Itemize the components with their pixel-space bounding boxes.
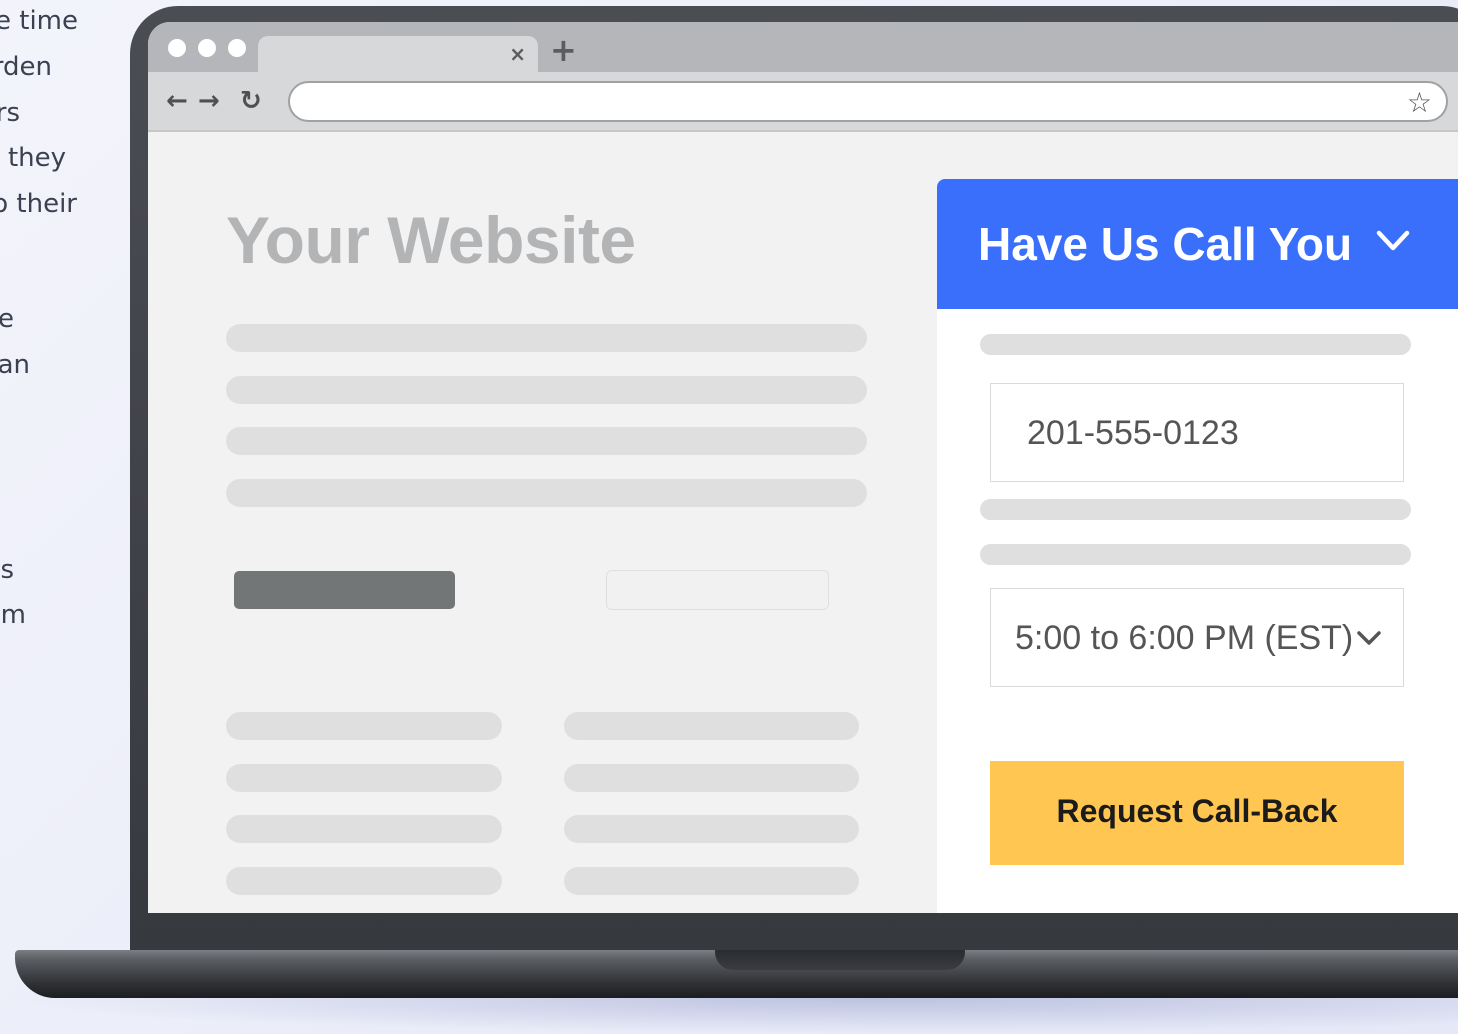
text-placeholder (564, 815, 859, 843)
text-placeholder (564, 712, 859, 740)
background-text-line: they (7, 143, 66, 173)
star-icon[interactable]: ☆ (1407, 86, 1432, 119)
label-placeholder (980, 544, 1411, 565)
label-placeholder (980, 334, 1411, 355)
new-tab-icon[interactable]: + (550, 34, 577, 66)
forward-icon[interactable]: → (198, 86, 220, 116)
background-paragraph: e time rden rs they o their e an s m (0, 0, 130, 700)
background-text-line: o their (0, 189, 77, 219)
time-value: 5:00 to 6:00 PM (EST) (1015, 619, 1354, 657)
request-callback-button[interactable]: Request Call-Back (990, 761, 1404, 865)
phone-field[interactable]: 201-555-0123 (990, 383, 1404, 482)
window-dot[interactable] (198, 39, 216, 57)
reload-icon[interactable]: ↻ (240, 86, 262, 116)
text-placeholder (226, 427, 867, 455)
text-placeholder (226, 712, 502, 740)
window-dot[interactable] (168, 39, 186, 57)
tab-strip: × + (148, 22, 1458, 76)
window-dot[interactable] (228, 39, 246, 57)
background-text-line: rden (0, 52, 52, 82)
request-callback-label: Request Call-Back (1056, 793, 1338, 829)
text-placeholder (226, 815, 502, 843)
text-placeholder (226, 376, 867, 404)
text-placeholder (564, 867, 859, 895)
chevron-down-icon[interactable] (1355, 627, 1383, 649)
page-title: Your Website (226, 203, 636, 277)
background-text-line: m (0, 600, 26, 630)
laptop-notch (715, 950, 965, 970)
text-placeholder (226, 479, 867, 507)
callback-widget: Have Us Call You 201-555-0123 5:00 to 6:… (937, 179, 1458, 913)
secondary-button-placeholder[interactable] (606, 570, 829, 610)
text-placeholder (564, 764, 859, 792)
background-text-line: an (0, 350, 30, 380)
browser-window: × + ← → ↻ ☆ Your Website Have Us Call Yo… (148, 22, 1458, 913)
label-placeholder (980, 499, 1411, 520)
address-bar[interactable]: ☆ (288, 81, 1448, 122)
back-icon[interactable]: ← (166, 86, 188, 116)
background-text-line: s (0, 555, 14, 585)
browser-toolbar: ← → ↻ ☆ (148, 72, 1458, 132)
background-text-line: e (0, 304, 14, 334)
phone-value: 201-555-0123 (1027, 414, 1239, 452)
widget-header[interactable]: Have Us Call You (937, 179, 1458, 309)
chevron-down-icon[interactable] (1375, 223, 1411, 259)
time-select[interactable]: 5:00 to 6:00 PM (EST) (990, 588, 1404, 687)
background-text-line: rs (0, 98, 20, 128)
primary-button-placeholder[interactable] (234, 571, 455, 609)
widget-title: Have Us Call You (978, 218, 1353, 270)
background-text-line: e time (0, 6, 78, 36)
close-icon[interactable]: × (509, 42, 526, 66)
text-placeholder (226, 867, 502, 895)
text-placeholder (226, 764, 502, 792)
text-placeholder (226, 324, 867, 352)
browser-tab[interactable]: × (258, 36, 538, 76)
